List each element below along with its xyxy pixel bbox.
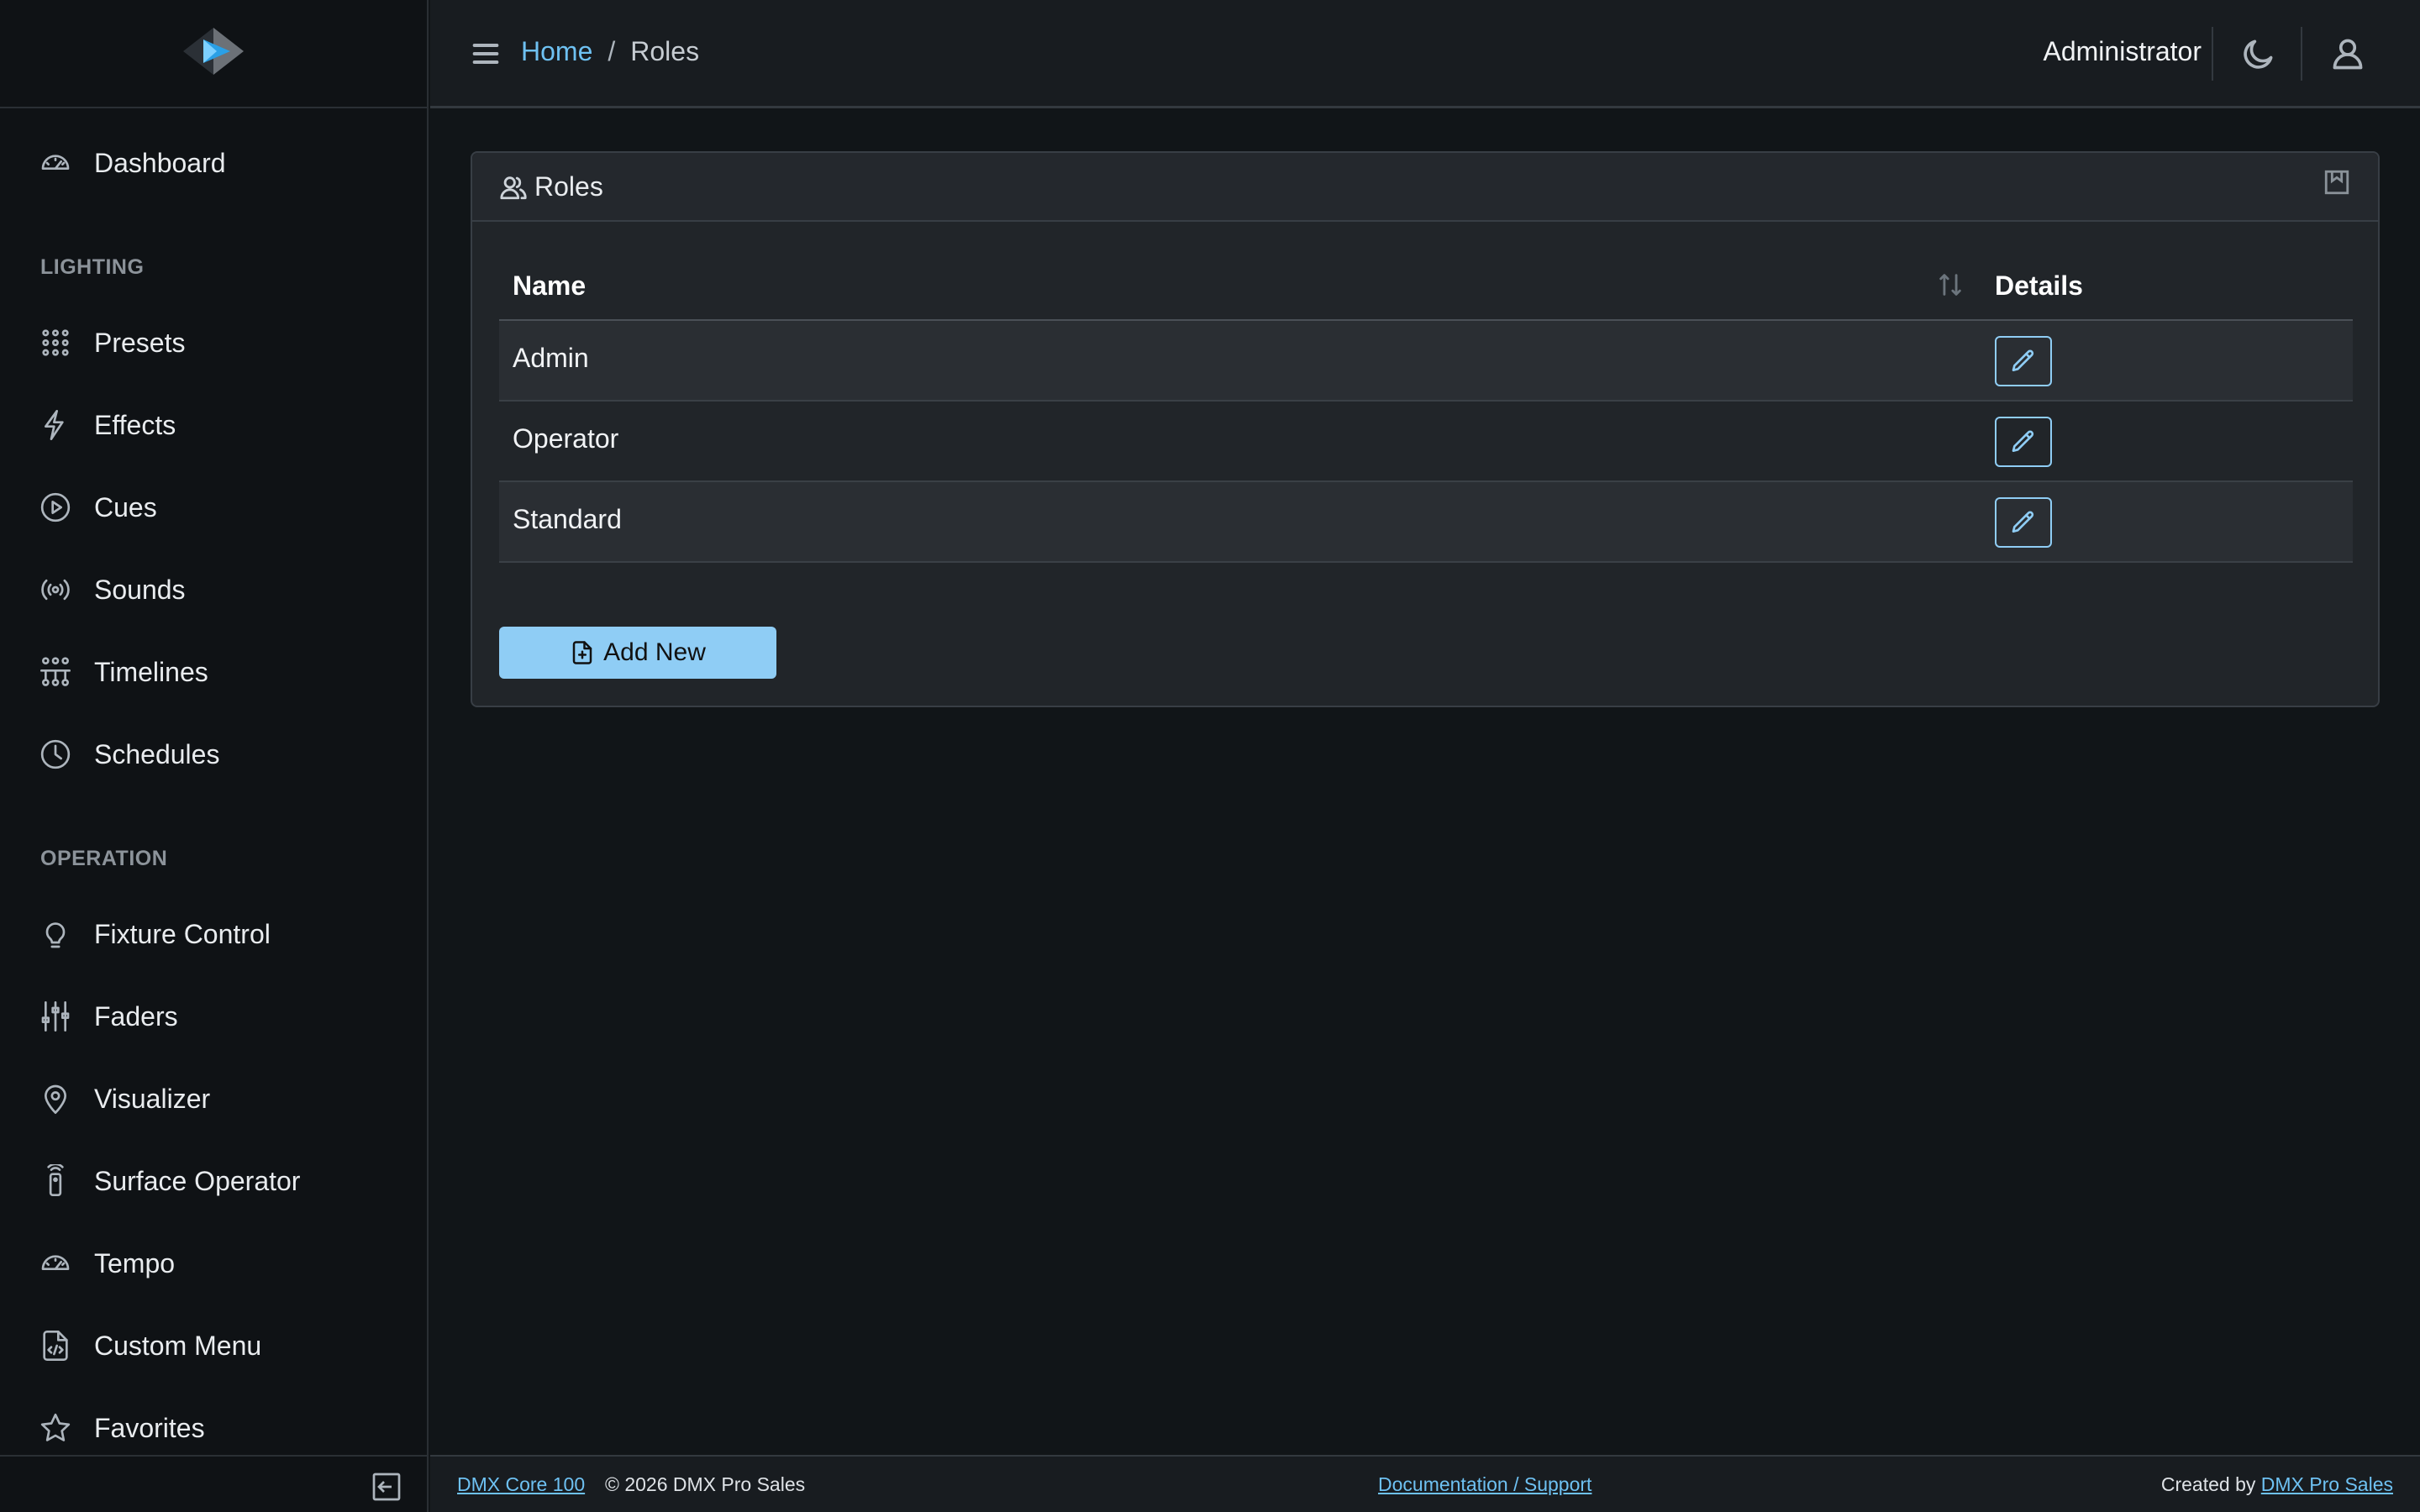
clock-icon	[39, 738, 72, 771]
role-name: Standard	[513, 504, 622, 534]
sidebar-item-label: Dashboard	[94, 147, 226, 178]
sidebar-item-label: Custom Menu	[94, 1330, 262, 1361]
logo-icon[interactable]	[178, 24, 249, 82]
sidebar-item-effects[interactable]: Effects	[0, 391, 427, 459]
documentation-link[interactable]: Documentation / Support	[1378, 1473, 1591, 1496]
sidebar-item-visualizer[interactable]: Visualizer	[0, 1065, 427, 1132]
sort-icon[interactable]	[1936, 270, 1965, 299]
sidebar-item-label: Schedules	[94, 738, 220, 769]
sidebar-item-label: Cues	[94, 491, 157, 522]
sidebar-item-favorites[interactable]: Favorites	[0, 1394, 427, 1462]
table-header: Name Details	[499, 254, 2353, 321]
top-header: Home / Roles Administrator	[430, 0, 2420, 108]
roles-card: Roles Name Details Admin Operator Standa…	[471, 151, 2380, 707]
lightning-icon	[39, 408, 72, 442]
product-link[interactable]: DMX Core 100	[457, 1473, 585, 1496]
speedometer-icon	[39, 146, 72, 180]
table-row: Admin	[499, 321, 2353, 402]
breadcrumb-separator: /	[608, 36, 616, 66]
sidebar-item-label: Fixture Control	[94, 918, 271, 949]
pencil-icon	[2012, 430, 2034, 452]
sidebar-item-dashboard[interactable]: Dashboard	[0, 129, 427, 197]
play-circle-icon	[39, 491, 72, 524]
add-new-button[interactable]: Add New	[499, 627, 776, 679]
user-profile-icon[interactable]	[2329, 35, 2366, 72]
star-icon	[39, 1411, 72, 1445]
table-row: Standard	[499, 482, 2353, 563]
column-header-details: Details	[1995, 270, 2083, 301]
copyright-text: © 2026 DMX Pro Sales	[605, 1473, 806, 1495]
sidebar-item-presets[interactable]: Presets	[0, 309, 427, 376]
geo-pin-icon	[39, 1082, 72, 1116]
sidebar: Dashboard LIGHTING Presets Effects Cues …	[0, 0, 429, 1512]
sidebar-item-label: Favorites	[94, 1412, 205, 1443]
brand	[0, 0, 427, 108]
sidebar-item-sounds[interactable]: Sounds	[0, 556, 427, 623]
file-plus-icon	[572, 641, 592, 664]
sidebar-item-label: Faders	[94, 1000, 178, 1032]
created-by: Created by DMX Pro Sales	[2161, 1473, 2393, 1496]
file-code-icon	[39, 1329, 72, 1362]
people-icon	[499, 173, 528, 202]
sidebar-item-schedules[interactable]: Schedules	[0, 721, 427, 788]
role-name: Operator	[513, 423, 619, 454]
sidebar-item-cues[interactable]: Cues	[0, 474, 427, 541]
card-header: Roles	[472, 153, 2378, 222]
table-row: Operator	[499, 402, 2353, 482]
collapse-sidebar-icon[interactable]	[371, 1472, 402, 1502]
created-by-label: Created by	[2160, 1473, 2256, 1495]
diagram-icon	[39, 655, 72, 689]
broadcast-icon	[39, 573, 72, 606]
breadcrumb-home-link[interactable]: Home	[521, 36, 592, 67]
sidebar-item-label: Timelines	[94, 656, 208, 687]
sidebar-item-label: Effects	[94, 409, 176, 440]
sidebar-item-custom-menu[interactable]: Custom Menu	[0, 1312, 427, 1379]
user-name: Administrator	[2043, 36, 2202, 66]
creator-link[interactable]: DMX Pro Sales	[2261, 1473, 2393, 1495]
section-heading-lighting: LIGHTING	[40, 255, 145, 279]
role-name: Admin	[513, 343, 589, 373]
lightbulb-icon	[39, 917, 72, 951]
sidebar-item-label: Presets	[94, 327, 186, 358]
breadcrumb-current: Roles	[630, 36, 700, 66]
edit-role-button[interactable]	[1995, 497, 2052, 548]
speedometer-icon	[39, 1247, 72, 1280]
edit-role-button[interactable]	[1995, 336, 2052, 386]
sidebar-item-timelines[interactable]: Timelines	[0, 638, 427, 706]
sidebar-item-surface-operator[interactable]: Surface Operator	[0, 1147, 427, 1215]
sidebar-item-label: Visualizer	[94, 1083, 211, 1114]
sidebar-item-fixture-control[interactable]: Fixture Control	[0, 900, 427, 968]
page-footer: DMX Core 100 © 2026 DMX Pro Sales Docume…	[430, 1455, 2420, 1512]
column-header-name[interactable]: Name	[513, 270, 586, 302]
dark-mode-toggle-icon[interactable]	[2240, 35, 2277, 72]
header-divider	[2301, 27, 2302, 81]
sidebar-item-tempo[interactable]: Tempo	[0, 1230, 427, 1297]
bookmark-icon[interactable]	[2323, 168, 2351, 197]
add-new-label: Add New	[603, 638, 706, 666]
roles-table: Name Details Admin Operator Standard	[499, 254, 2353, 563]
pencil-icon	[2012, 349, 2034, 371]
sidebar-item-label: Sounds	[94, 574, 186, 605]
hamburger-menu-icon[interactable]	[469, 37, 502, 71]
header-divider	[2212, 27, 2213, 81]
section-heading-operation: OPERATION	[40, 847, 168, 870]
sidebar-item-label: Tempo	[94, 1247, 176, 1278]
sidebar-item-label: Surface Operator	[94, 1165, 301, 1196]
sidebar-footer	[0, 1455, 427, 1512]
pencil-icon	[2012, 511, 2034, 533]
breadcrumb: Home / Roles	[521, 36, 699, 67]
edit-role-button[interactable]	[1995, 417, 2052, 467]
remote-icon	[39, 1164, 72, 1198]
card-title: Roles	[534, 171, 603, 202]
sliders-icon	[39, 1000, 72, 1033]
sidebar-item-faders[interactable]: Faders	[0, 983, 427, 1050]
grid-dots-icon	[39, 326, 72, 360]
